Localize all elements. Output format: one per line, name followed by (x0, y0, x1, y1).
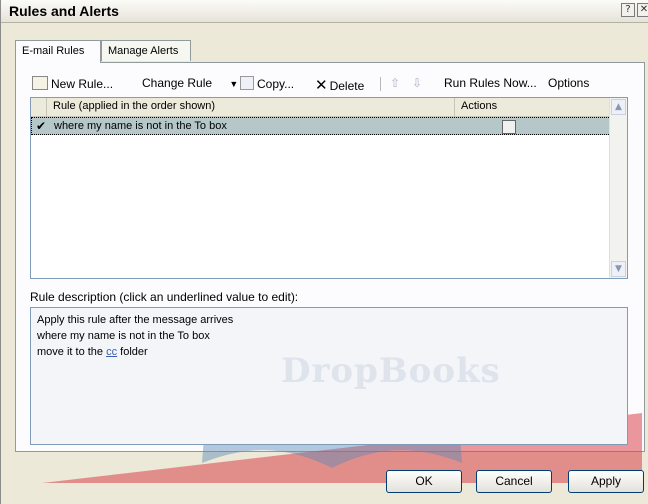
description-line-3-suffix: folder (117, 346, 148, 358)
rule-enabled-checkbox[interactable]: ✔ (36, 120, 48, 132)
header-rule-column[interactable]: Rule (applied in the order shown) (47, 98, 455, 116)
header-checkbox-column[interactable] (31, 98, 47, 116)
header-actions-column[interactable]: Actions (455, 98, 611, 116)
rules-and-alerts-dialog: Rules and Alerts ? ✕ E-mail Rules Manage… (0, 0, 648, 504)
delete-button[interactable]: ✕ Delete (315, 76, 364, 94)
delete-icon: ✕ (315, 77, 328, 94)
vertical-scrollbar[interactable]: ▲ ▼ (609, 98, 627, 278)
scroll-down-button[interactable]: ▼ (611, 261, 626, 277)
copy-icon (240, 76, 254, 90)
description-line-2: where my name is not in the To box (37, 330, 210, 342)
options-button[interactable]: Options (548, 76, 589, 90)
move-up-button[interactable]: ⇧ (390, 76, 400, 90)
chevron-up-icon: ▲ (615, 102, 622, 112)
watermark-text: DropBooks (281, 351, 501, 391)
arrow-down-icon: ⇩ (412, 76, 423, 90)
rules-list[interactable]: Rule (applied in the order shown) Action… (30, 97, 628, 279)
tab-email-rules[interactable]: E-mail Rules (15, 40, 101, 63)
change-rule-button[interactable]: Change Rule ▼ (142, 76, 238, 90)
window-title: Rules and Alerts (9, 3, 119, 19)
rule-name: where my name is not in the To box (54, 120, 227, 132)
scroll-up-button[interactable]: ▲ (611, 99, 626, 115)
cancel-button[interactable]: Cancel (476, 470, 552, 493)
move-down-button[interactable]: ⇩ (412, 76, 422, 90)
rule-description-label: Rule description (click an underlined va… (30, 290, 299, 304)
copy-label: Copy... (257, 77, 295, 91)
new-rule-button[interactable]: New Rule... (32, 76, 113, 91)
title-bar: Rules and Alerts ? ✕ (1, 0, 648, 23)
email-rules-panel: New Rule... Change Rule ▼ Copy... ✕ Delet… (15, 62, 645, 483)
rule-row[interactable]: ✔ where my name is not in the To box (31, 117, 611, 135)
description-line-1: Apply this rule after the message arrive… (37, 314, 234, 326)
ok-button[interactable]: OK (386, 470, 462, 493)
rules-toolbar: New Rule... Change Rule ▼ Copy... ✕ Delet… (32, 73, 632, 95)
arrow-up-icon: ⇧ (390, 76, 401, 90)
new-rule-label: New Rule... (51, 77, 114, 91)
delete-label: Delete (329, 79, 365, 93)
move-to-folder-icon (502, 120, 516, 134)
close-button[interactable]: ✕ (637, 3, 648, 17)
chevron-down-icon: ▼ (615, 264, 622, 274)
tab-manage-alerts[interactable]: Manage Alerts (101, 40, 191, 61)
chevron-down-icon: ▼ (229, 79, 239, 89)
folder-link[interactable]: cc (106, 346, 117, 358)
copy-button[interactable]: Copy... (240, 76, 294, 91)
help-button[interactable]: ? (621, 3, 635, 17)
description-line-3-prefix: move it to the (37, 346, 107, 358)
run-rules-now-button[interactable]: Run Rules Now... (444, 76, 537, 90)
rules-list-header: Rule (applied in the order shown) Action… (31, 98, 611, 117)
new-rule-icon (32, 76, 48, 90)
toolbar-separator (380, 77, 381, 91)
apply-button[interactable]: Apply (568, 470, 644, 493)
change-rule-label: Change Rule (142, 76, 213, 90)
